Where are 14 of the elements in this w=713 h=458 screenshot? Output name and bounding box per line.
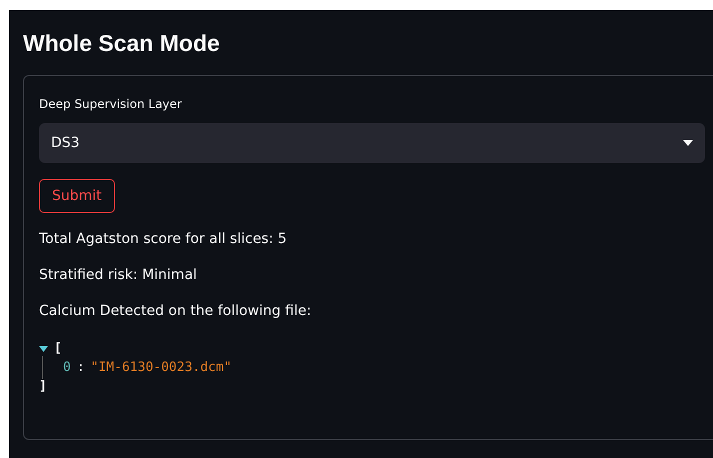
- layer-select[interactable]: DS3: [39, 123, 705, 163]
- submit-button[interactable]: Submit: [39, 179, 115, 213]
- select-label: Deep Supervision Layer: [39, 96, 182, 112]
- json-value: "IM-6130-0023.dcm": [90, 360, 232, 375]
- result-text: Total Agatston score for all slices: 5: [39, 230, 287, 249]
- result-text: Calcium Detected on the following file:: [39, 302, 312, 321]
- open-bracket: [: [54, 341, 62, 356]
- caret-icon: [683, 140, 693, 146]
- result-text: Stratified risk: Minimal: [39, 266, 197, 285]
- close-bracket: ]: [39, 379, 47, 394]
- json-separator: :: [76, 360, 85, 375]
- page-title: Whole Scan Mode: [23, 29, 220, 57]
- expand-caret-icon[interactable]: [39, 346, 48, 352]
- json-index: 0: [63, 360, 71, 375]
